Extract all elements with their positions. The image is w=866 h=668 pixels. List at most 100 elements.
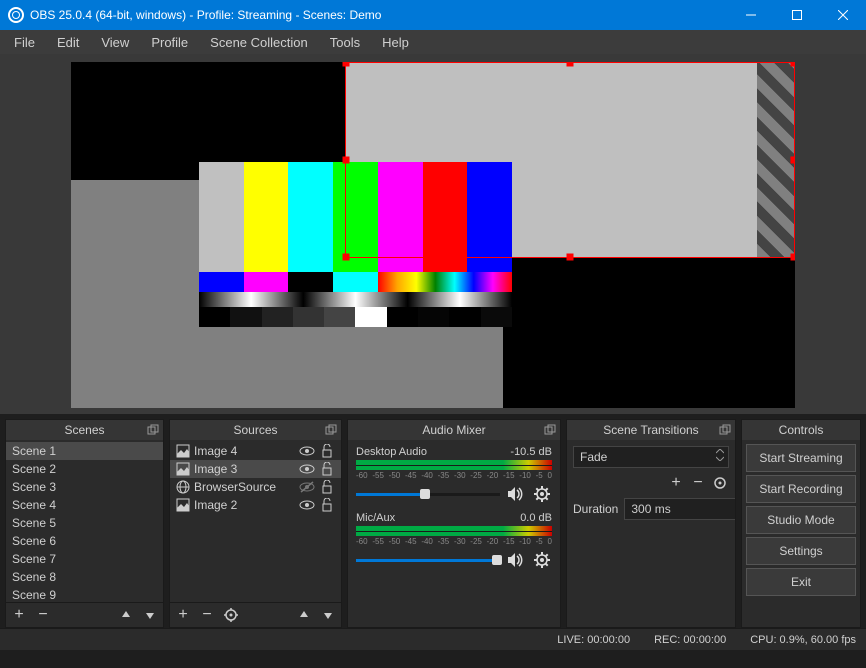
sources-panel: Sources Image 4Image 3BrowserSourceImage… <box>169 419 342 628</box>
scene-item[interactable]: Scene 2 <box>6 460 163 478</box>
scene-item[interactable]: Scene 7 <box>6 550 163 568</box>
resize-handle-sw[interactable] <box>343 254 350 261</box>
source-properties-button[interactable] <box>222 606 240 624</box>
controls-header: Controls <box>742 420 860 440</box>
add-scene-button[interactable]: + <box>10 606 28 624</box>
gear-icon[interactable] <box>532 550 552 570</box>
scenes-list[interactable]: Scene 1Scene 2Scene 3Scene 4Scene 5Scene… <box>6 440 163 602</box>
add-transition-button[interactable]: + <box>667 474 685 492</box>
scene-item[interactable]: Scene 8 <box>6 568 163 586</box>
status-live: LIVE: 00:00:00 <box>557 634 630 646</box>
remove-transition-button[interactable]: − <box>689 474 707 492</box>
menu-view[interactable]: View <box>91 33 139 52</box>
undock-icon[interactable] <box>719 424 731 436</box>
scenes-title: Scenes <box>64 423 104 437</box>
control-button-start-streaming[interactable]: Start Streaming <box>746 444 856 472</box>
source-item[interactable]: BrowserSource <box>170 478 341 496</box>
resize-handle-ne[interactable] <box>791 62 796 67</box>
undock-icon[interactable] <box>147 424 159 436</box>
sources-toolbar: + − <box>170 602 341 627</box>
duration-input[interactable] <box>624 498 735 520</box>
scene-item[interactable]: Scene 3 <box>6 478 163 496</box>
menu-tools[interactable]: Tools <box>320 33 370 52</box>
selection-box[interactable] <box>345 62 795 258</box>
meter-scale: -60-55-50-45-40-35-30-25-20-15-10-50 <box>356 471 552 480</box>
remove-source-button[interactable]: − <box>198 606 216 624</box>
audio-meter <box>356 526 552 536</box>
move-source-down-button[interactable] <box>319 606 337 624</box>
control-button-studio-mode[interactable]: Studio Mode <box>746 506 856 534</box>
menu-help[interactable]: Help <box>372 33 419 52</box>
channel-name: Mic/Aux <box>356 512 395 524</box>
speaker-icon[interactable] <box>506 550 526 570</box>
volume-slider[interactable] <box>356 486 500 502</box>
source-item[interactable]: Image 3 <box>170 460 341 478</box>
add-source-button[interactable]: + <box>174 606 192 624</box>
status-cpu: CPU: 0.9%, 60.00 fps <box>750 634 856 646</box>
source-item[interactable]: Image 4 <box>170 442 341 460</box>
move-scene-up-button[interactable] <box>117 606 135 624</box>
menu-file[interactable]: File <box>4 33 45 52</box>
scene-item[interactable]: Scene 9 <box>6 586 163 602</box>
source-name: Image 3 <box>194 462 295 476</box>
move-source-up-button[interactable] <box>295 606 313 624</box>
mixer-channel: Desktop Audio -10.5 dB -60-55-50-45-40-35-… <box>348 442 560 508</box>
resize-handle-nw[interactable] <box>343 62 350 67</box>
undock-icon[interactable] <box>544 424 556 436</box>
lock-toggle[interactable] <box>319 462 335 476</box>
menu-profile[interactable]: Profile <box>141 33 198 52</box>
minimize-button[interactable] <box>728 0 774 30</box>
scene-item[interactable]: Scene 6 <box>6 532 163 550</box>
menu-scene-collection[interactable]: Scene Collection <box>200 33 318 52</box>
transition-select[interactable]: Fade <box>573 446 729 468</box>
lock-toggle[interactable] <box>319 480 335 494</box>
gear-icon[interactable] <box>532 484 552 504</box>
visibility-toggle[interactable] <box>299 444 315 458</box>
titlebar: OBS 25.0.4 (64-bit, windows) - Profile: … <box>0 0 866 30</box>
app-icon <box>8 7 24 23</box>
resize-handle-e[interactable] <box>791 157 796 164</box>
channel-db: -10.5 dB <box>510 446 552 458</box>
move-scene-down-button[interactable] <box>141 606 159 624</box>
source-name: Image 4 <box>194 444 295 458</box>
sources-list[interactable]: Image 4 Image 3 BrowserSource Image 2 <box>170 440 341 602</box>
control-button-settings[interactable]: Settings <box>746 537 856 565</box>
lock-toggle[interactable] <box>319 444 335 458</box>
lock-toggle[interactable] <box>319 498 335 512</box>
resize-handle-n[interactable] <box>567 62 574 67</box>
source-name: BrowserSource <box>194 480 295 494</box>
menu-edit[interactable]: Edit <box>47 33 89 52</box>
statusbar: LIVE: 00:00:00 REC: 00:00:00 CPU: 0.9%, … <box>0 628 866 650</box>
volume-slider[interactable] <box>356 552 500 568</box>
remove-scene-button[interactable]: − <box>34 606 52 624</box>
preview-canvas[interactable] <box>71 62 795 408</box>
resize-handle-se[interactable] <box>791 254 796 261</box>
undock-icon[interactable] <box>325 424 337 436</box>
audio-mixer-panel: Audio Mixer Desktop Audio-10.5 dB-60-55-… <box>347 419 561 628</box>
mixer-list: Desktop Audio -10.5 dB -60-55-50-45-40-35-… <box>348 440 560 627</box>
visibility-toggle[interactable] <box>299 462 315 476</box>
speaker-icon[interactable] <box>506 484 526 504</box>
scene-item[interactable]: Scene 1 <box>6 442 163 460</box>
close-button[interactable] <box>820 0 866 30</box>
scene-item[interactable]: Scene 5 <box>6 514 163 532</box>
control-button-start-recording[interactable]: Start Recording <box>746 475 856 503</box>
maximize-button[interactable] <box>774 0 820 30</box>
source-item[interactable]: Image 2 <box>170 496 341 514</box>
transitions-body: Fade + − Duration <box>567 440 735 627</box>
visibility-toggle[interactable] <box>299 498 315 512</box>
transition-properties-button[interactable] <box>711 474 729 492</box>
visibility-toggle[interactable] <box>299 480 315 494</box>
scenes-header: Scenes <box>6 420 163 440</box>
transitions-panel: Scene Transitions Fade + − Duration <box>566 419 736 628</box>
source-name: Image 2 <box>194 498 295 512</box>
image-icon <box>176 462 190 476</box>
sources-header: Sources <box>170 420 341 440</box>
resize-handle-s[interactable] <box>567 254 574 261</box>
transitions-title: Scene Transitions <box>603 423 698 437</box>
scene-item[interactable]: Scene 4 <box>6 496 163 514</box>
resize-handle-w[interactable] <box>343 157 350 164</box>
meter-scale: -60-55-50-45-40-35-30-25-20-15-10-50 <box>356 537 552 546</box>
channel-name: Desktop Audio <box>356 446 427 458</box>
control-button-exit[interactable]: Exit <box>746 568 856 596</box>
